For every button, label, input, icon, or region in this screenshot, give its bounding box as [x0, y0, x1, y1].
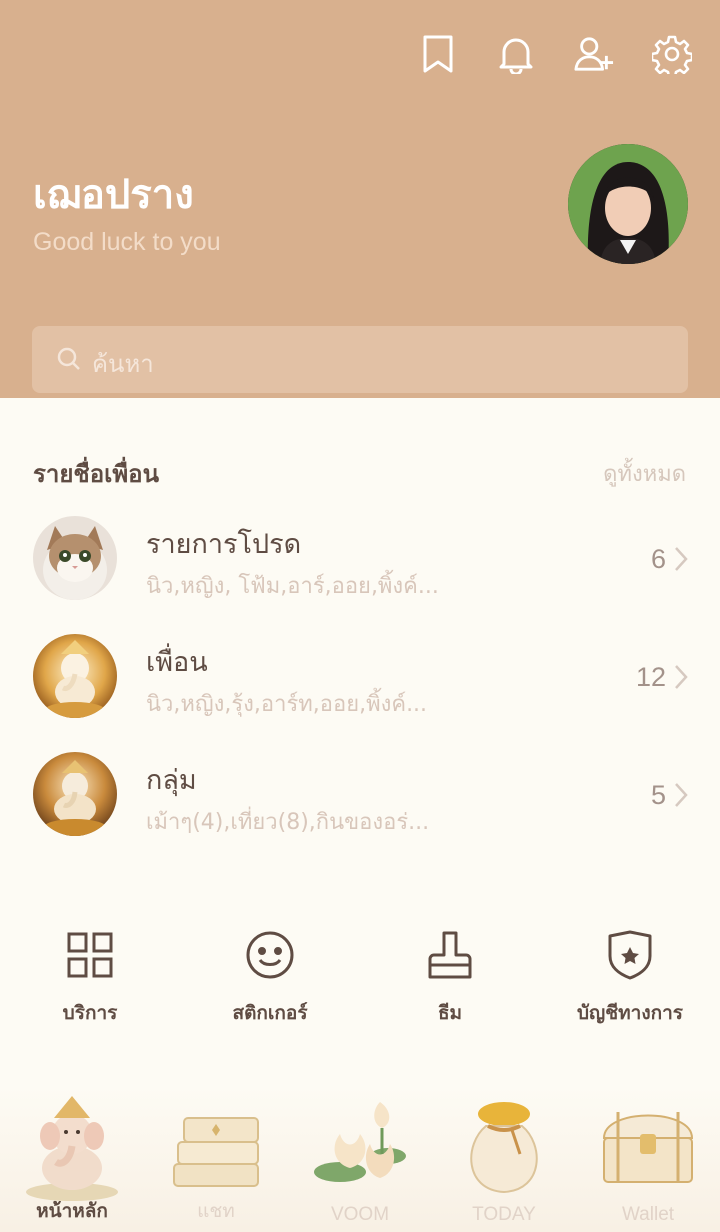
- money-bag-tab-icon: [470, 1102, 538, 1194]
- header-toolbar: [418, 32, 692, 76]
- status-message[interactable]: Good luck to you: [33, 228, 221, 257]
- list-subtitle: เม้าๆ(4),เที่ยว(8),กินของอร่...: [146, 810, 430, 835]
- tab-today[interactable]: TODAY: [432, 1086, 576, 1232]
- list-subtitle: นิว,หญิง,รุ้ง,อาร์ท,ออย,พิ้งค์...: [146, 692, 428, 717]
- ganesha-avatar: [33, 752, 117, 836]
- profile-name[interactable]: เฌอปราง: [33, 162, 194, 226]
- tab-label: VOOM: [330, 1204, 390, 1225]
- tab-label: Wallet: [621, 1204, 675, 1225]
- chevron-right-icon: [674, 664, 688, 694]
- profile-header: เฌอปราง Good luck to you ค้นหา: [0, 0, 720, 398]
- grid-icon: [0, 928, 180, 982]
- smiley-icon: [180, 928, 360, 982]
- bookmark-icon[interactable]: [418, 32, 458, 76]
- brush-icon: [360, 928, 540, 982]
- tab-voom[interactable]: VOOM: [288, 1086, 432, 1232]
- list-count: 12: [635, 662, 666, 692]
- cat-avatar: [33, 516, 117, 600]
- search-icon: [56, 346, 82, 376]
- chevron-right-icon: [674, 782, 688, 812]
- friends-section-title: รายชื่อเพื่อน: [33, 460, 159, 488]
- stickers-label: สติกเกอร์: [232, 1002, 308, 1024]
- avatar[interactable]: [568, 144, 688, 264]
- bottom-tab-bar: หน้าหลัก แชท VOOM TODAY Wallet: [0, 1086, 720, 1232]
- tab-label: หน้าหลัก: [36, 1200, 108, 1222]
- search-input[interactable]: ค้นหา: [32, 326, 688, 393]
- list-count: 6: [650, 544, 666, 574]
- add-friend-icon[interactable]: [574, 32, 614, 76]
- tab-label: TODAY: [472, 1204, 536, 1225]
- list-item-favorites[interactable]: รายการโปรด นิว,หญิง, โฟ้ม,อาร์,ออย,พิ้งค…: [0, 516, 720, 626]
- shield-star-icon: [540, 928, 720, 982]
- see-all-link[interactable]: ดูทั้งหมด: [603, 456, 686, 491]
- treasure-chest-tab-icon: [602, 1112, 694, 1183]
- list-count: 5: [650, 780, 666, 810]
- list-title: รายการโปรด: [146, 529, 302, 560]
- ganesha-tab-icon: [26, 1096, 118, 1201]
- list-title: เพื่อน: [146, 647, 208, 678]
- stickers-button[interactable]: สติกเกอร์: [180, 928, 360, 1028]
- tab-label: แชท: [197, 1201, 235, 1222]
- tab-home[interactable]: หน้าหลัก: [0, 1086, 144, 1232]
- chevron-right-icon: [674, 546, 688, 576]
- themes-label: ธีม: [437, 1002, 463, 1024]
- lotus-tab-icon: [314, 1102, 406, 1182]
- search-placeholder: ค้นหา: [92, 350, 154, 378]
- list-subtitle: นิว,หญิง, โฟ้ม,อาร์,ออย,พิ้งค์...: [146, 574, 439, 599]
- services-button[interactable]: บริการ: [0, 928, 180, 1028]
- themes-button[interactable]: ธีม: [360, 928, 540, 1028]
- gear-icon[interactable]: [652, 32, 692, 76]
- tab-chat[interactable]: แชท: [144, 1086, 288, 1232]
- ganesha-avatar: [33, 634, 117, 718]
- official-accounts-button[interactable]: บัญชีทางการ: [540, 928, 720, 1028]
- bell-icon[interactable]: [496, 32, 536, 76]
- list-title: กลุ่ม: [146, 765, 197, 796]
- tab-wallet[interactable]: Wallet: [576, 1086, 720, 1232]
- list-item-groups[interactable]: กลุ่ม เม้าๆ(4),เที่ยว(8),กินของอร่... 5: [0, 752, 720, 862]
- books-tab-icon: [173, 1117, 259, 1187]
- official-accounts-label: บัญชีทางการ: [577, 1002, 683, 1024]
- list-item-friends[interactable]: เพื่อน นิว,หญิง,รุ้ง,อาร์ท,ออย,พิ้งค์...…: [0, 634, 720, 744]
- services-label: บริการ: [62, 1002, 118, 1024]
- services-bar: บริการ สติกเกอร์ ธีม บัญชีทางการ: [0, 928, 720, 1038]
